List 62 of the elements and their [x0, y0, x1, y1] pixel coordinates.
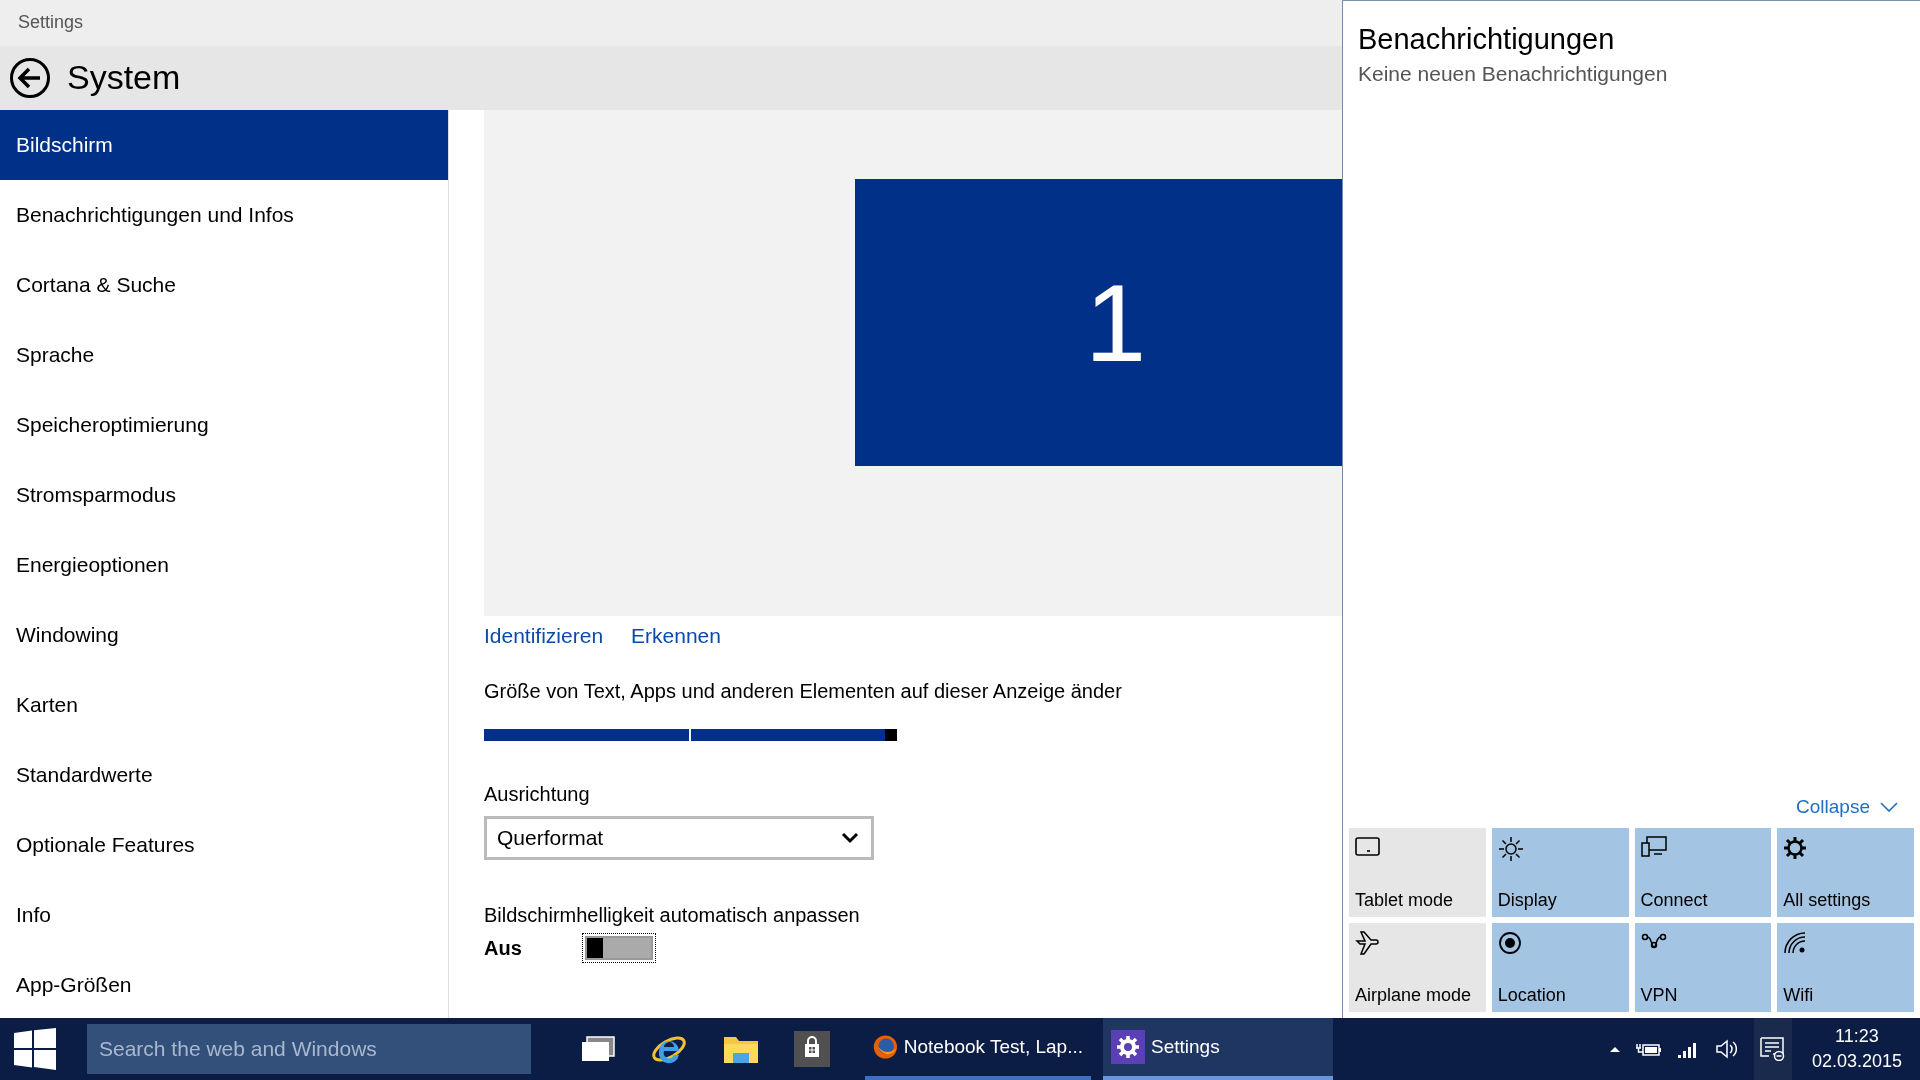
- clock-time[interactable]: 11:23: [1835, 1026, 1879, 1047]
- wifi-icon: [1783, 931, 1808, 955]
- chevron-up-icon[interactable]: [1609, 1046, 1620, 1052]
- window-title: Settings: [18, 12, 84, 34]
- collapse-link[interactable]: Collapse: [1796, 796, 1898, 818]
- settings-icon: [1111, 1030, 1145, 1064]
- notification-icon[interactable]: [1759, 1037, 1786, 1061]
- quick-action-tile[interactable]: Display: [1491, 828, 1629, 917]
- brightness-toggle[interactable]: [581, 933, 656, 963]
- sidebar-item[interactable]: Speicheroptimierung: [0, 390, 448, 460]
- sidebar-item[interactable]: Bildschirm: [0, 110, 448, 180]
- sidebar-item[interactable]: Optionale Features: [0, 810, 448, 880]
- panel-subtitle: Keine neuen Benachrichtigungen: [1358, 62, 1669, 86]
- sidebar-item[interactable]: Energieoptionen: [0, 530, 448, 600]
- airplane-icon: [1355, 931, 1381, 957]
- panel-title: Benachrichtigungen: [1358, 23, 1616, 56]
- chevron-down-icon: [1880, 802, 1898, 812]
- quick-action-tile[interactable]: Location: [1491, 923, 1629, 1012]
- sidebar-item[interactable]: Cortana & Suche: [0, 250, 448, 320]
- settings-icon: [1783, 836, 1808, 860]
- sidebar-item[interactable]: App-Größen: [0, 950, 448, 1020]
- tablet-icon: [1355, 836, 1381, 858]
- start-icon[interactable]: [14, 1028, 56, 1070]
- quick-action-tile[interactable]: Connect: [1634, 828, 1772, 917]
- location-icon: [1497, 931, 1522, 955]
- volume-icon[interactable]: [1715, 1039, 1738, 1059]
- quick-action-tile[interactable]: Wifi: [1777, 923, 1914, 1012]
- link[interactable]: Identifizieren: [484, 624, 604, 648]
- orientation-label: Ausrichtung: [484, 783, 591, 806]
- sidebar-item[interactable]: Stromsparmodus: [0, 460, 448, 530]
- page-title: System: [67, 58, 181, 98]
- sidebar-item[interactable]: Karten: [0, 670, 448, 740]
- slider-thumb[interactable]: [885, 729, 897, 741]
- devices-icon: [1640, 836, 1667, 858]
- taskbar-app[interactable]: Settings: [1103, 1018, 1333, 1080]
- monitor-number: 1: [1085, 260, 1147, 386]
- search-field[interactable]: Search the web and Windows: [87, 1024, 531, 1074]
- sidebar-item[interactable]: Standardwerte: [0, 740, 448, 810]
- quick-action-tile[interactable]: VPN: [1634, 923, 1772, 1012]
- sidebar-item[interactable]: Windowing: [0, 600, 448, 670]
- scale-slider[interactable]: [484, 729, 897, 741]
- quick-action-tile[interactable]: Tablet mode: [1349, 828, 1486, 917]
- sun-icon: [1497, 836, 1524, 862]
- scale-label: Größe von Text, Apps und anderen Elementen auf dieser Anzeige änder: [484, 680, 1123, 703]
- taskbar-app[interactable]: Notebook Test, Lap...: [865, 1018, 1091, 1080]
- orientation-dropdown[interactable]: Querformat: [484, 816, 874, 860]
- task-view-icon[interactable]: [581, 1036, 615, 1062]
- folder-icon[interactable]: [723, 1034, 759, 1064]
- toggle-state: Aus: [484, 936, 522, 960]
- battery-icon[interactable]: [1635, 1041, 1662, 1057]
- sidebar-item[interactable]: Info: [0, 880, 448, 950]
- sidebar-item[interactable]: Benachrichtigungen und Infos: [0, 180, 448, 250]
- store-icon[interactable]: [794, 1031, 830, 1067]
- brightness-label: Bildschirmhelligkeit automatisch anpassen: [484, 904, 861, 927]
- quick-action-tile[interactable]: Airplane mode: [1349, 923, 1486, 1012]
- quick-action-tile[interactable]: All settings: [1777, 828, 1914, 917]
- vpn-icon: [1640, 931, 1667, 951]
- back-icon[interactable]: [9, 56, 51, 99]
- clock-date[interactable]: 02.03.2015: [1811, 1051, 1902, 1072]
- link[interactable]: Erkennen: [631, 624, 721, 648]
- chevron-down-icon: [841, 832, 859, 844]
- sidebar-item[interactable]: Sprache: [0, 320, 448, 390]
